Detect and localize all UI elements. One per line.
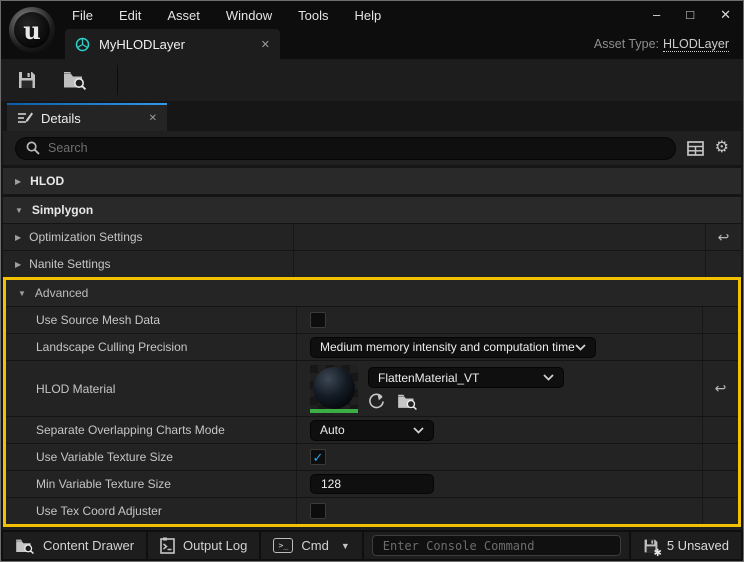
checkmark-icon: ✓	[312, 449, 324, 465]
hlodlayer-asset-icon	[75, 37, 90, 52]
advanced-section-highlight: ▼ Advanced Use Source Mesh Data Landscap…	[3, 277, 741, 527]
details-panel: Details ✕ ⚙ ▶ HLOD	[1, 101, 743, 530]
material-preview-sphere	[313, 366, 355, 409]
search-box[interactable]	[15, 136, 676, 160]
expander-arrow-icon[interactable]: ▶	[15, 260, 21, 269]
expander-arrow-icon[interactable]: ▶	[15, 233, 21, 242]
search-icon	[26, 141, 40, 155]
details-tab-label: Details	[41, 110, 81, 126]
menu-file[interactable]: File	[59, 8, 106, 23]
close-button[interactable]: ✕	[720, 3, 731, 27]
menu-edit[interactable]: Edit	[106, 8, 154, 23]
use-selected-asset-icon[interactable]	[368, 393, 385, 410]
menu-help[interactable]: Help	[341, 8, 394, 23]
unsaved-changes-button[interactable]: ✱ 5 Unsaved	[630, 532, 741, 559]
expander-arrow-icon[interactable]: ▼	[15, 206, 23, 215]
min-variable-texture-size-input[interactable]	[310, 474, 434, 494]
content-drawer-icon	[15, 538, 35, 554]
unreal-editor-window: u File Edit Asset Window Tools Help – □ …	[0, 0, 744, 562]
material-type-color-bar	[310, 408, 358, 413]
console-command-area	[363, 532, 629, 559]
settings-gear-icon[interactable]: ⚙	[715, 140, 729, 156]
row-use-tex-coord-adjuster: Use Tex Coord Adjuster	[6, 498, 738, 524]
use-tex-coord-adjuster-checkbox[interactable]	[310, 503, 326, 519]
expander-arrow-icon[interactable]: ▼	[18, 289, 26, 298]
status-bar: Content Drawer Output Log >_ Cmd ▼ ✱ 5 U…	[1, 530, 743, 561]
asset-type-link[interactable]: HLODLayer	[663, 37, 729, 52]
reset-to-default-icon[interactable]: ↩	[702, 361, 738, 416]
menu-window[interactable]: Window	[213, 8, 285, 23]
display-filter-icon[interactable]	[686, 140, 704, 156]
window-controls: – □ ✕	[653, 3, 731, 27]
row-nanite-settings[interactable]: ▶ Nanite Settings	[3, 251, 741, 277]
save-asset-button[interactable]	[17, 70, 37, 90]
browse-to-asset-icon[interactable]	[397, 393, 418, 410]
unsaved-floppy-icon: ✱	[643, 538, 662, 559]
asset-tab-label: MyHLODLayer	[99, 36, 185, 52]
terminal-icon: >_	[273, 538, 294, 553]
row-separate-overlapping-charts-mode: Separate Overlapping Charts Mode Auto	[6, 417, 738, 443]
search-input[interactable]	[48, 141, 665, 155]
material-thumbnail[interactable]	[310, 364, 358, 413]
browse-to-asset-button[interactable]	[63, 70, 87, 90]
output-log-icon	[160, 537, 175, 554]
asset-type-text: Asset Type: HLODLayer	[593, 37, 729, 52]
menu-bar: File Edit Asset Window Tools Help	[59, 1, 394, 29]
details-search-row: ⚙	[3, 131, 741, 165]
details-body: ⚙ ▶ HLOD ▼ Simplygon ▶ Optimization Sett…	[3, 131, 741, 530]
toolbar-divider	[117, 65, 118, 95]
hlod-material-dropdown[interactable]: FlattenMaterial_VT	[368, 367, 564, 388]
menu-asset[interactable]: Asset	[154, 8, 213, 23]
use-variable-texture-size-checkbox[interactable]: ✓	[310, 449, 326, 465]
details-tab-icon	[17, 111, 33, 125]
asset-tab-myhlodlayer[interactable]: MyHLODLayer ✕	[65, 29, 280, 59]
row-landscape-culling-precision: Landscape Culling Precision Medium memor…	[6, 334, 738, 360]
separate-overlapping-charts-mode-dropdown[interactable]: Auto	[310, 419, 434, 441]
menu-tools[interactable]: Tools	[285, 8, 341, 23]
maximize-button[interactable]: □	[686, 3, 694, 27]
cmd-selector[interactable]: >_ Cmd ▼	[261, 532, 362, 559]
asset-toolbar	[1, 59, 743, 101]
row-use-variable-texture-size: Use Variable Texture Size ✓	[6, 444, 738, 470]
row-min-variable-texture-size: Min Variable Texture Size	[6, 471, 738, 497]
content-drawer-button[interactable]: Content Drawer	[3, 532, 147, 559]
unreal-engine-logo-icon: u	[9, 7, 55, 53]
asset-tab-close-icon[interactable]: ✕	[261, 38, 270, 51]
chevron-down-icon	[543, 374, 554, 381]
chevron-down-icon: ▼	[340, 540, 350, 551]
use-source-mesh-data-checkbox[interactable]	[310, 312, 326, 328]
chevron-down-icon	[413, 426, 424, 434]
console-command-input[interactable]	[371, 535, 621, 556]
details-tab-close-icon[interactable]: ✕	[149, 113, 157, 124]
unsaved-star-icon: ✱	[653, 547, 662, 559]
details-tab[interactable]: Details ✕	[7, 103, 167, 131]
title-bar: u File Edit Asset Window Tools Help – □ …	[1, 1, 743, 59]
row-use-source-mesh-data: Use Source Mesh Data	[6, 307, 738, 333]
row-optimization-settings[interactable]: ▶ Optimization Settings ↩	[3, 224, 741, 250]
category-hlod[interactable]: ▶ HLOD	[3, 168, 741, 194]
output-log-button[interactable]: Output Log	[148, 532, 260, 559]
row-hlod-material: HLOD Material FlattenMaterial_VT ↩	[6, 361, 738, 416]
expander-arrow-icon[interactable]: ▶	[15, 177, 21, 186]
category-simplygon[interactable]: ▼ Simplygon	[3, 197, 741, 223]
category-advanced[interactable]: ▼ Advanced	[6, 280, 738, 306]
reset-to-default-icon[interactable]: ↩	[705, 224, 741, 250]
minimize-button[interactable]: –	[653, 3, 660, 27]
landscape-culling-precision-dropdown[interactable]: Medium memory intensity and computation …	[310, 336, 596, 358]
chevron-down-icon	[575, 343, 586, 351]
